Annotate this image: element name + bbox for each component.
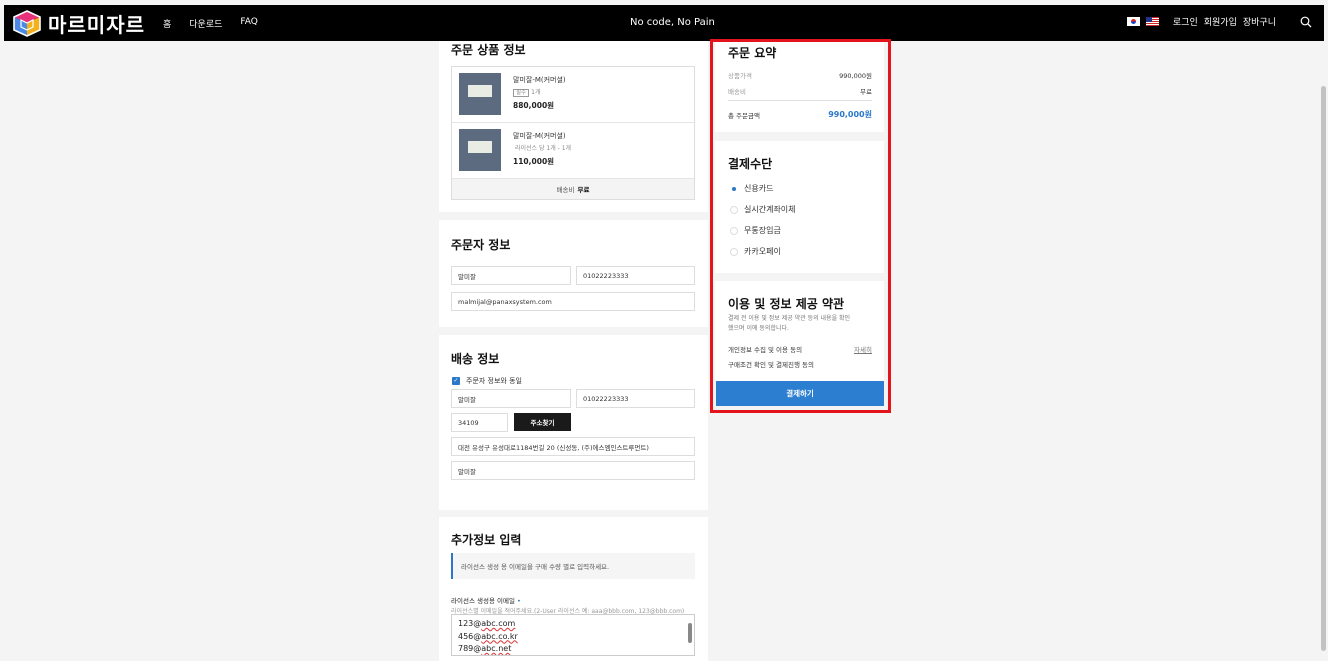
checkbox-label: 주문자 정보와 동일	[466, 377, 522, 385]
payment-option-label: 카카오페이	[744, 247, 781, 256]
signup-link[interactable]: 회원가입	[1204, 15, 1237, 28]
us-flag-icon[interactable]	[1145, 17, 1159, 26]
email-line: 789@abc.net	[458, 644, 512, 653]
total-value: 990,000원	[828, 110, 872, 119]
extra-info-section: 추가정보 입력 라이선스 생성 용 이메일을 구매 수량 별로 입력하세요. 라…	[439, 517, 708, 661]
terms-description: 결제 전 이용 및 정보 제공 약관 등의 내용을 확인 했으며 이에 동의합니…	[728, 315, 851, 332]
address-detail-input[interactable]: 말미잘	[451, 461, 695, 480]
divider	[728, 100, 872, 101]
radio-icon	[730, 205, 738, 214]
purchase-consent-label: 구매조건 확인 및 결제진행 동의	[728, 361, 815, 369]
main-nav: 홈 다운로드 FAQ	[163, 17, 258, 30]
recipient-phone-input[interactable]: 01022223333	[576, 389, 695, 408]
shipping-row: 배송비 무료	[728, 86, 872, 96]
logo-text: 마르미자르	[48, 12, 145, 37]
section-title: 주문 상품 정보	[451, 43, 526, 57]
shipping-label: 배송비	[728, 88, 746, 96]
total-label: 총 주문금액	[728, 111, 760, 120]
payment-option-transfer[interactable]: 실시간계좌이체	[730, 204, 796, 215]
textarea-scroll-thumb[interactable]	[688, 623, 692, 643]
payment-method-card: 결제수단 신용카드 실시간계좌이체 무통장입금 카카오페이	[715, 141, 884, 273]
product-name: 말미잘-M(커머셜)	[513, 132, 566, 140]
search-icon[interactable]	[1300, 16, 1312, 28]
section-title: 추가정보 입력	[451, 533, 522, 547]
email-line: 123@abc.com	[458, 619, 516, 628]
radio-icon	[730, 226, 738, 235]
postcode-input[interactable]: 34109	[451, 413, 508, 432]
product-name: 말미잘-M(커머셜)	[513, 76, 566, 84]
checkmark-icon: ✓	[452, 377, 460, 385]
section-title: 주문자 정보	[451, 238, 511, 252]
shipping-fee-row: 배송비 무료	[452, 179, 694, 199]
korean-flag-icon[interactable]	[1126, 17, 1140, 26]
product-quantity: 1개	[531, 89, 541, 96]
license-email-label-text: 라이선스 생성용 이메일	[451, 597, 515, 605]
orderer-name-input[interactable]: 말미잘	[451, 266, 571, 285]
email-line: 456@abc.co.kr	[458, 631, 518, 641]
orderer-section: 주문자 정보 말미잘 01022223333 malmijal@panaxsys…	[439, 220, 708, 327]
product-price: 110,000원	[513, 157, 555, 166]
product-option: 필수 1개	[513, 87, 541, 97]
login-link[interactable]: 로그인	[1173, 15, 1198, 28]
list-item: 말미잘-M(커머셜) 라이선스 당 1개 - 1개 110,000원	[452, 123, 694, 179]
product-list: 말미잘-M(커머셜) 필수 1개 880,000원 말미잘-M(커머셜) 라이선스…	[451, 66, 695, 200]
order-products-section: 주문 상품 정보 말미잘-M(커머셜) 필수 1개 880,000원 말미잘-M(…	[439, 41, 708, 212]
address-input[interactable]: 대전 유성구 유성대로1184번길 20 (신성동, (주)에스엠인스트루먼트)	[451, 437, 695, 456]
page-scroll-thumb[interactable]	[1321, 86, 1326, 651]
order-summary-card: 주문 요약 상품가격 990,000원 배송비 무료 총 주문금액 990,00…	[715, 42, 884, 132]
payment-option-kakaopay[interactable]: 카카오페이	[730, 246, 781, 257]
product-price: 880,000원	[513, 101, 555, 110]
required-mark: •	[517, 597, 521, 605]
recipient-name-input[interactable]: 말미잘	[451, 389, 571, 408]
section-title: 이용 및 정보 제공 약관	[728, 297, 845, 311]
product-price-value: 990,000원	[839, 72, 872, 80]
nav-faq[interactable]: FAQ	[240, 17, 257, 30]
orderer-email-input[interactable]: malmijal@panaxsystem.com	[451, 292, 695, 311]
payment-option-label: 신용카드	[744, 184, 774, 193]
product-option: 라이선스 당 1개 - 1개	[515, 145, 572, 152]
product-price-label: 상품가격	[728, 72, 752, 80]
orderer-phone-input[interactable]: 01022223333	[576, 266, 695, 285]
cart-link[interactable]: 장바구니	[1243, 15, 1276, 28]
section-title: 주문 요약	[728, 46, 777, 60]
same-as-orderer-checkbox[interactable]: ✓ 주문자 정보와 동일	[452, 376, 522, 386]
terms-detail-link[interactable]: 자세히	[854, 344, 872, 354]
shipping-value: 무료	[860, 88, 872, 96]
top-navigation-bar: 마르미자르 홈 다운로드 FAQ No code, No Pain 로그인 회원…	[4, 5, 1324, 41]
privacy-consent-row: 개인정보 수집 및 이용 동의 자세히	[728, 344, 872, 354]
radio-selected-icon	[730, 185, 738, 193]
site-logo[interactable]: 마르미자르	[12, 9, 145, 38]
privacy-consent-label: 개인정보 수집 및 이용 동의	[728, 346, 803, 354]
section-title: 결제수단	[728, 157, 773, 171]
payment-option-label: 무통장입금	[744, 226, 781, 235]
nav-home[interactable]: 홈	[163, 17, 171, 30]
payment-option-card[interactable]: 신용카드	[730, 183, 773, 194]
list-item: 말미잘-M(커머셜) 필수 1개 880,000원	[452, 67, 694, 123]
user-nav: 로그인 회원가입 장바구니	[1126, 15, 1312, 28]
required-badge: 필수	[513, 89, 530, 97]
shipping-label: 배송비	[556, 186, 575, 194]
section-title: 배송 정보	[451, 352, 500, 366]
delivery-section: 배송 정보 ✓ 주문자 정보와 동일 말미잘 01022223333 34109…	[439, 335, 708, 510]
shipping-value: 무료	[577, 186, 590, 194]
info-notice: 라이선스 생성 용 이메일을 구매 수량 별로 입력하세요.	[451, 553, 695, 579]
payment-option-deposit[interactable]: 무통장입금	[730, 225, 781, 236]
pay-button[interactable]: 결제하기	[716, 381, 884, 406]
find-address-button[interactable]: 주소찾기	[514, 413, 571, 431]
total-row: 총 주문금액 990,000원	[728, 109, 872, 120]
nav-download[interactable]: 다운로드	[189, 17, 222, 30]
cube-logo-icon	[13, 10, 41, 37]
license-email-textarea[interactable]: 123@abc.com 456@abc.co.kr 789@abc.net	[451, 614, 695, 656]
product-price-row: 상품가격 990,000원	[728, 70, 872, 80]
terms-card: 이용 및 정보 제공 약관 결제 전 이용 및 정보 제공 약관 등의 내용을 …	[715, 281, 884, 381]
slogan: No code, No Pain	[630, 17, 715, 28]
product-thumbnail	[459, 73, 501, 115]
license-email-label: 라이선스 생성용 이메일 •	[451, 595, 521, 605]
radio-icon	[730, 247, 738, 256]
payment-option-label: 실시간계좌이체	[744, 205, 796, 214]
product-thumbnail	[459, 129, 501, 171]
